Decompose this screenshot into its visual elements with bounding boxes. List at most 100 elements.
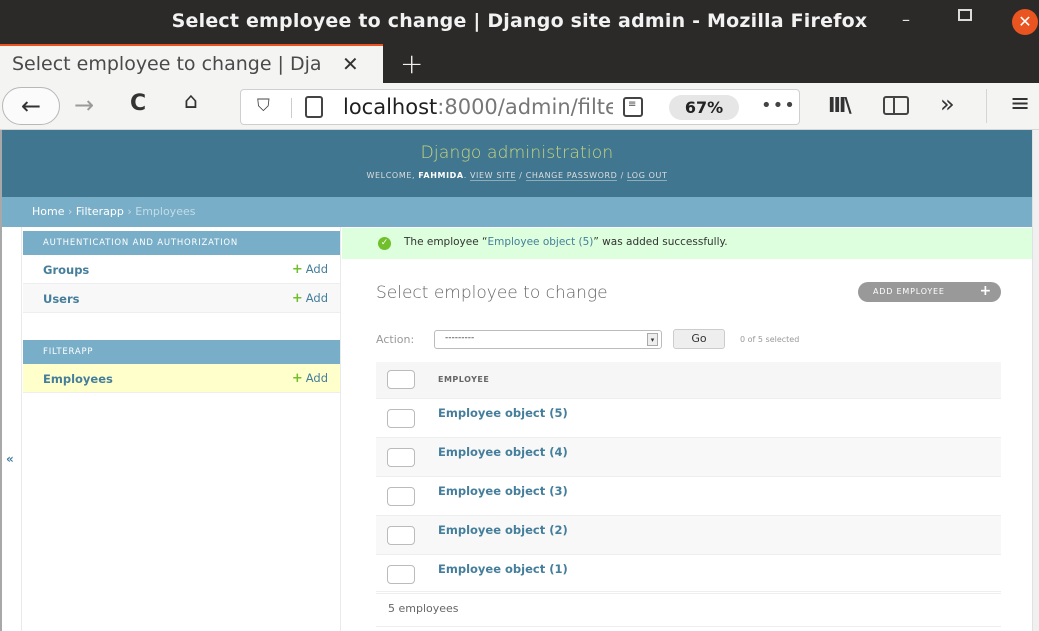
add-label: Add (305, 371, 328, 385)
row-object-cell: Employee object (1) (438, 554, 1001, 594)
column-header-employee[interactable]: Employee (438, 362, 1001, 399)
change-password-link[interactable]: Change password (525, 171, 618, 181)
row-checkbox[interactable] (387, 447, 415, 467)
library-icon[interactable]: III\ (828, 93, 852, 117)
breadcrumb-current: Employees (135, 205, 196, 218)
groups-add-link[interactable]: + Add (292, 262, 328, 277)
add-employee-label: Add Employee (873, 287, 945, 296)
home-button[interactable]: ⌂ (184, 89, 198, 114)
back-button[interactable]: ← (2, 87, 60, 125)
row-checkbox-cell (376, 554, 438, 594)
select-all-cell (376, 362, 438, 399)
forward-button[interactable]: → (74, 91, 94, 119)
close-window-button[interactable]: ✕ (1012, 9, 1038, 35)
action-select-value: --------- (445, 333, 475, 343)
window-title: Select employee to change | Django site … (171, 10, 868, 32)
new-tab-button[interactable]: + (400, 47, 423, 80)
reload-button[interactable]: C (130, 91, 146, 116)
users-link[interactable]: Users (43, 292, 80, 306)
row-checkbox[interactable] (387, 525, 415, 545)
employees-add-link[interactable]: + Add (292, 371, 328, 386)
reader-view-icon[interactable]: ≡ (623, 97, 643, 117)
employee-object-link[interactable]: Employee object (2) (438, 523, 568, 537)
table-row: Employee object (5) (376, 398, 1001, 438)
add-icon: + (291, 371, 303, 386)
overflow-menu-icon[interactable]: » (940, 90, 955, 118)
module-caption-filterapp[interactable]: Filterapp (23, 340, 340, 364)
employee-object-link[interactable]: Employee object (1) (438, 562, 568, 576)
window-titlebar: Select employee to change | Django site … (0, 0, 1039, 44)
module-caption-auth[interactable]: Authentication and Authorization (23, 231, 340, 255)
employee-object-link[interactable]: Employee object (4) (438, 445, 568, 459)
tab-title: Select employee to change | Django site … (12, 53, 322, 75)
row-checkbox[interactable] (387, 564, 415, 584)
table-row: Employee object (4) (376, 437, 1001, 477)
employee-object-link[interactable]: Employee object (5) (438, 406, 568, 420)
hamburger-menu-icon[interactable]: ≡ (1010, 89, 1030, 117)
sidebar-toggle-icon[interactable] (883, 96, 909, 115)
success-check-icon: ✓ (378, 237, 391, 250)
user-tools-sep: / (617, 171, 628, 180)
url-path: :8000/admin/filterapp/employee/ (437, 95, 613, 119)
tab-close-icon[interactable]: ✕ (342, 52, 359, 76)
page-title: Select employee to change (376, 283, 608, 303)
row-checkbox[interactable] (387, 486, 415, 506)
view-site-link[interactable]: View site (469, 171, 517, 181)
breadcrumb-home[interactable]: Home (32, 205, 64, 218)
user-tools: Welcome, Fahmida. View site / Change pas… (366, 171, 668, 181)
log-out-link[interactable]: Log out (627, 171, 668, 181)
plus-icon: + (979, 283, 992, 299)
welcome-text: Welcome, (366, 171, 416, 180)
url-host: localhost (343, 95, 438, 119)
toggle-nav-sidebar-button[interactable]: « (6, 452, 14, 466)
breadcrumb: Home › Filterapp › Employees (2, 197, 1032, 227)
sidebar-item-users: Users + Add (23, 284, 340, 313)
table-row: Employee object (3) (376, 476, 1001, 516)
add-employee-button[interactable]: Add Employee + (858, 282, 1001, 302)
employees-link[interactable]: Employees (43, 372, 113, 386)
breadcrumb-sep: › (123, 205, 136, 218)
select-all-checkbox[interactable] (387, 369, 415, 389)
tab-strip: Select employee to change | Django site … (0, 44, 1039, 83)
table-header-row: Employee (376, 362, 1001, 399)
add-icon: + (291, 291, 303, 306)
tracking-shield-icon[interactable]: ⛉ (257, 96, 270, 116)
paginator: 5 employees (376, 591, 1001, 627)
action-select[interactable]: --------- ▾ (434, 330, 662, 349)
site-name-link[interactable]: Django administration (2, 130, 1032, 163)
url-input[interactable]: localhost:8000/admin/filterapp/employee/ (343, 95, 613, 119)
message-object-link[interactable]: Employee object (5) (487, 236, 593, 248)
nav-toolbar: ← → C ⌂ ⛉ localhost:8000/admin/filterapp… (0, 83, 1039, 130)
nav-sidebar-toggle-strip: « (2, 227, 22, 631)
page-info-icon[interactable] (305, 96, 323, 118)
action-label: Action: (376, 333, 415, 346)
message-suffix: ” was added successfully. (593, 236, 728, 248)
row-checkbox-cell (376, 515, 438, 555)
groups-link[interactable]: Groups (43, 263, 89, 277)
breadcrumb-app[interactable]: Filterapp (76, 205, 124, 218)
page-scrollbar[interactable] (1032, 130, 1039, 631)
result-list-table: Employee Employee object (5) Employee ob… (376, 362, 1001, 594)
page-viewport: Django administration Welcome, Fahmida. … (0, 130, 1039, 631)
minimize-button[interactable]: – (902, 10, 910, 29)
breadcrumb-sep: › (64, 205, 76, 218)
url-bar[interactable]: ⛉ localhost:8000/admin/filterapp/employe… (240, 89, 800, 125)
users-add-link[interactable]: + Add (292, 291, 328, 306)
row-checkbox-cell (376, 398, 438, 438)
row-object-cell: Employee object (4) (438, 437, 1001, 477)
row-checkbox[interactable] (387, 408, 415, 428)
user-tools-sep: / (516, 171, 526, 180)
maximize-button[interactable] (958, 9, 972, 21)
add-icon: + (291, 262, 303, 277)
employee-object-link[interactable]: Employee object (3) (438, 484, 568, 498)
module-gap (23, 313, 340, 336)
sidebar-item-employees: Employees + Add (23, 364, 340, 393)
zoom-level-badge[interactable]: 67% (669, 95, 739, 120)
tab-active[interactable]: Select employee to change | Django site … (0, 44, 383, 83)
page-actions-icon[interactable]: ••• (761, 95, 796, 116)
go-button[interactable]: Go (673, 329, 725, 349)
row-object-cell: Employee object (5) (438, 398, 1001, 438)
selection-counter: 0 of 5 selected (740, 335, 800, 344)
username: Fahmida (418, 171, 464, 180)
add-label: Add (305, 291, 328, 305)
